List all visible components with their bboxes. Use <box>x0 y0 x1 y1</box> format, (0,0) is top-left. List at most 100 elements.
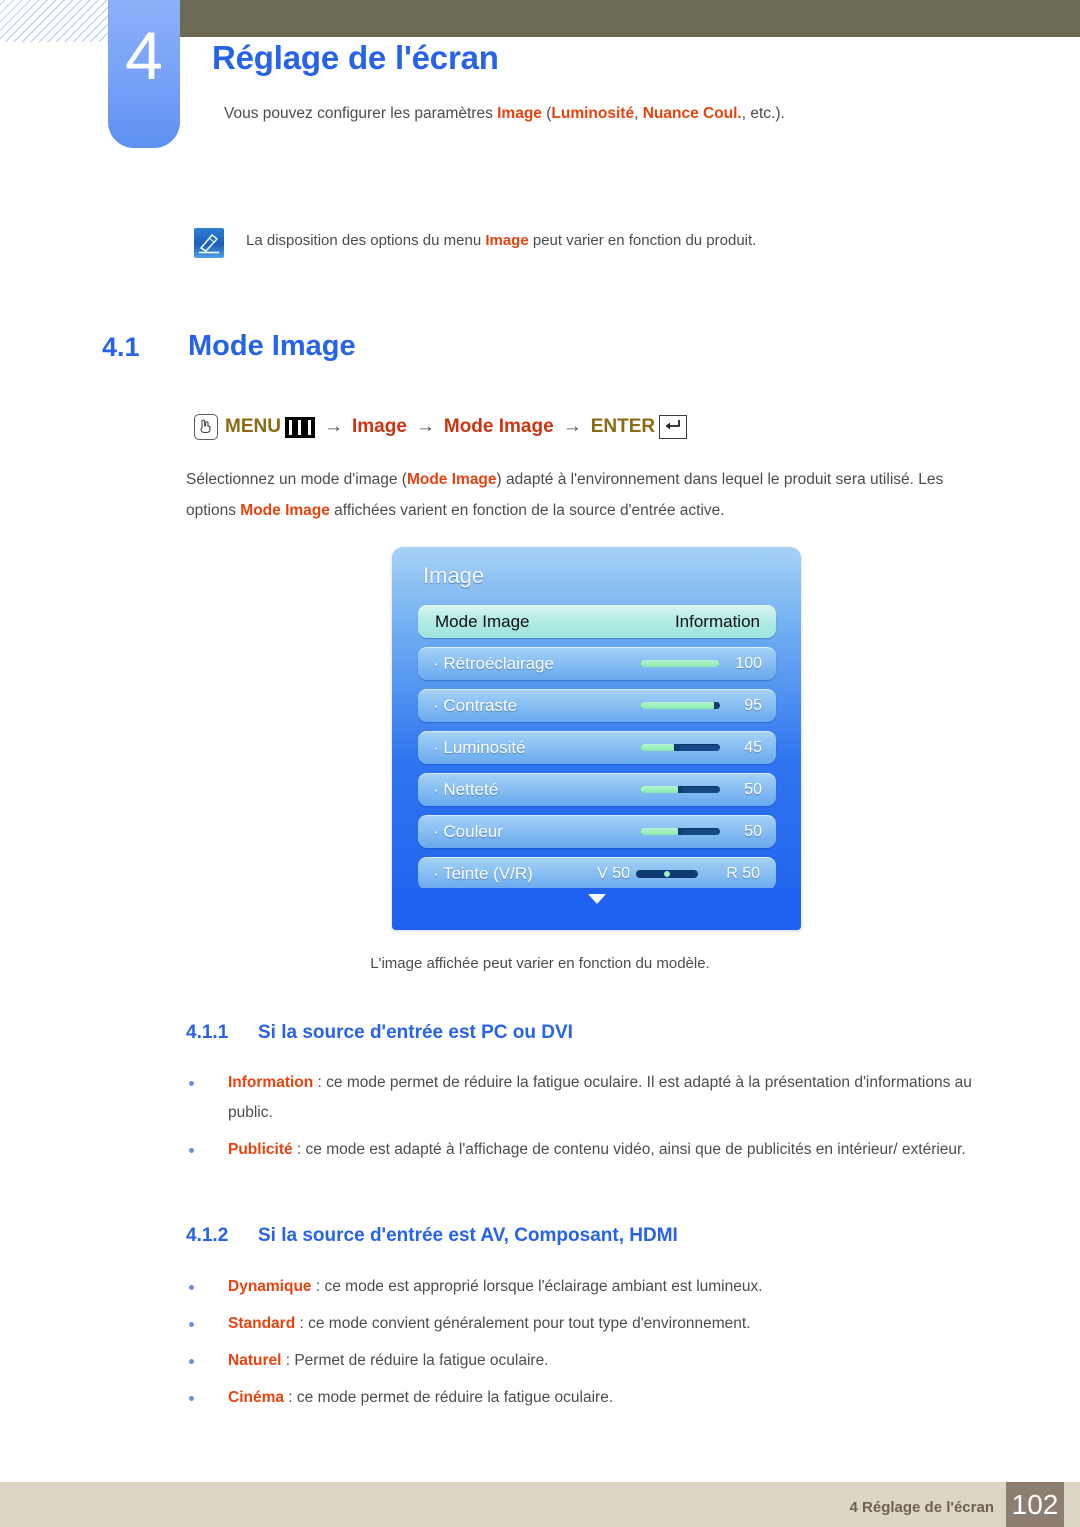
osd-slider-knob[interactable] <box>678 786 683 793</box>
subsection-number-412: 4.1.2 <box>186 1225 229 1246</box>
osd-row[interactable]: · Luminosité 45 <box>418 731 776 764</box>
chapter-number-tab: 4 <box>108 0 180 148</box>
bullet-term: Information <box>228 1074 314 1091</box>
para-keyword-1: Mode Image <box>406 471 497 488</box>
chapter-intro-mid1: ( <box>541 105 552 122</box>
bullet-description: : ce mode est approprié lorsque l'éclair… <box>311 1278 763 1295</box>
chapter-title: Réglage de l'écran <box>212 39 499 76</box>
osd-row[interactable]: Mode Image Information <box>418 605 776 638</box>
osd-row[interactable]: · Teinte (V/R) V 50 R 50 <box>418 857 776 890</box>
osd-row-value: 95 <box>744 696 762 714</box>
footer-chapter-label: 4 Réglage de l'écran <box>849 1499 994 1516</box>
osd-row[interactable]: · Rétroéclairage 100 <box>418 647 776 680</box>
chevron-down-icon[interactable] <box>587 894 606 904</box>
osd-row-label: · Couleur <box>433 821 503 841</box>
chapter-intro-mid2: , <box>634 105 643 122</box>
chapter-intro-suffix: , etc.). <box>741 105 785 122</box>
arrow-3: → <box>562 416 582 437</box>
bullet-term: Dynamique <box>228 1278 312 1295</box>
bullet-item: Naturel : Permet de réduire la fatigue o… <box>186 1346 1006 1376</box>
chapter-intro-prefix: Vous pouvez configurer les paramètres <box>224 105 498 122</box>
menu-label: MENU <box>225 416 281 437</box>
menu-step-mode-image: Mode Image <box>443 416 554 437</box>
bullet-description: : ce mode permet de réduire la fatigue o… <box>284 1389 614 1406</box>
osd-row-value: Information <box>674 611 760 631</box>
bullet-description: : Permet de réduire la fatigue oculaire. <box>281 1352 549 1369</box>
osd-tint-slider-knob[interactable] <box>664 870 670 877</box>
subsection-title-411: Si la source d'entrée est PC ou DVI <box>258 1022 573 1043</box>
section-paragraph: Sélectionnez un mode d'image (Mode Image… <box>186 464 986 526</box>
osd-row-value: 50 <box>744 822 762 840</box>
chapter-intro-keyword-luminosite: Luminosité <box>551 105 635 122</box>
osd-tint-green-value: V 50 <box>597 864 630 882</box>
bullet-term: Standard <box>228 1315 296 1332</box>
enter-label: ENTER <box>590 416 656 437</box>
section-title: Mode Image <box>188 330 356 362</box>
osd-slider-fill <box>640 660 720 667</box>
osd-slider-knob[interactable] <box>714 702 719 709</box>
enter-return-icon <box>659 415 688 439</box>
bullet-term: Publicité <box>228 1141 293 1158</box>
para-keyword-2: Mode Image <box>240 502 330 519</box>
osd-row-label: · Netteté <box>433 779 499 799</box>
arrow-1: → <box>323 416 343 437</box>
chapter-number: 4 <box>125 18 163 94</box>
section-number: 4.1 <box>102 332 140 362</box>
bullet-item: Cinéma : ce mode permet de réduire la fa… <box>186 1383 1006 1413</box>
bullet-description: : ce mode convient généralement pour tou… <box>295 1315 751 1332</box>
osd-row[interactable]: · Couleur 50 <box>418 815 776 848</box>
osd-row-label: · Contraste <box>433 695 518 715</box>
note-pen-icon <box>194 228 224 258</box>
bullet-item: Information : ce mode permet de réduire … <box>186 1068 1006 1128</box>
note-text-suffix: peut varier en fonction du produit. <box>528 232 757 249</box>
osd-footer <box>392 888 801 930</box>
arrow-2: → <box>415 416 435 437</box>
menu-bars-icon <box>284 416 315 438</box>
osd-slider-knob[interactable] <box>678 828 683 835</box>
osd-slider[interactable] <box>640 702 720 709</box>
osd-title: Image <box>423 563 485 588</box>
note-text-prefix: La disposition des options du menu <box>246 232 486 249</box>
subsection-title-412: Si la source d'entrée est AV, Composant,… <box>258 1225 678 1246</box>
para-part-1: Sélectionnez un mode d'image ( <box>186 471 407 488</box>
bullet-item: Publicité : ce mode est adapté à l'affic… <box>186 1135 1006 1165</box>
note-keyword: Image <box>485 232 529 249</box>
chapter-intro-keyword-nuance: Nuance Coul. <box>642 105 742 122</box>
osd-slider-fill <box>640 828 680 835</box>
osd-slider-fill <box>640 702 716 709</box>
osd-row[interactable]: · Netteté 50 <box>418 773 776 806</box>
osd-row-value: 50 <box>744 780 762 798</box>
menu-step-image: Image <box>351 416 407 437</box>
osd-menu-screenshot: Image Mode Image Information · Rétroéclair… <box>392 547 801 930</box>
bullet-list-411: Information : ce mode permet de réduire … <box>186 1068 1006 1172</box>
bullet-item: Dynamique : ce mode est approprié lorsqu… <box>186 1272 1006 1302</box>
bullet-description: : ce mode permet de réduire la fatigue o… <box>228 1074 972 1121</box>
note-text: La disposition des options du menu Image… <box>246 232 1006 249</box>
bullet-item: Standard : ce mode convient généralement… <box>186 1309 1006 1339</box>
page-number: 102 <box>1006 1482 1064 1527</box>
osd-row[interactable]: · Contraste 95 <box>418 689 776 722</box>
osd-slider[interactable] <box>640 828 720 835</box>
bullet-term: Naturel <box>228 1352 282 1369</box>
page-footer: 4 Réglage de l'écran 102 <box>0 1482 1080 1527</box>
osd-slider[interactable] <box>640 744 720 751</box>
osd-row-label: Mode Image <box>435 611 530 631</box>
osd-row-value: 100 <box>735 654 762 672</box>
hand-press-icon <box>194 414 218 440</box>
osd-slider-fill <box>640 744 676 751</box>
osd-tint-slider[interactable] <box>636 869 698 878</box>
osd-row-label: · Rétroéclairage <box>433 653 554 673</box>
osd-slider[interactable] <box>640 660 720 667</box>
bullet-description: : ce mode est adapté à l'affichage de co… <box>292 1141 966 1158</box>
bullet-list-412: Dynamique : ce mode est approprié lorsqu… <box>186 1272 1006 1420</box>
menu-path: MENU → Image → Mode Image → ENTER <box>194 414 688 440</box>
corner-hatch-decoration <box>0 0 108 42</box>
osd-slider-fill <box>640 786 680 793</box>
chapter-intro-text: Vous pouvez configurer les paramètres Im… <box>224 105 785 123</box>
osd-row-label: · Luminosité <box>433 737 526 757</box>
osd-slider[interactable] <box>640 786 720 793</box>
chapter-intro-keyword-image: Image <box>497 105 542 122</box>
osd-row-value: 45 <box>744 738 762 756</box>
osd-slider-knob[interactable] <box>674 744 679 751</box>
osd-row-label: · Teinte (V/R) <box>433 863 533 883</box>
